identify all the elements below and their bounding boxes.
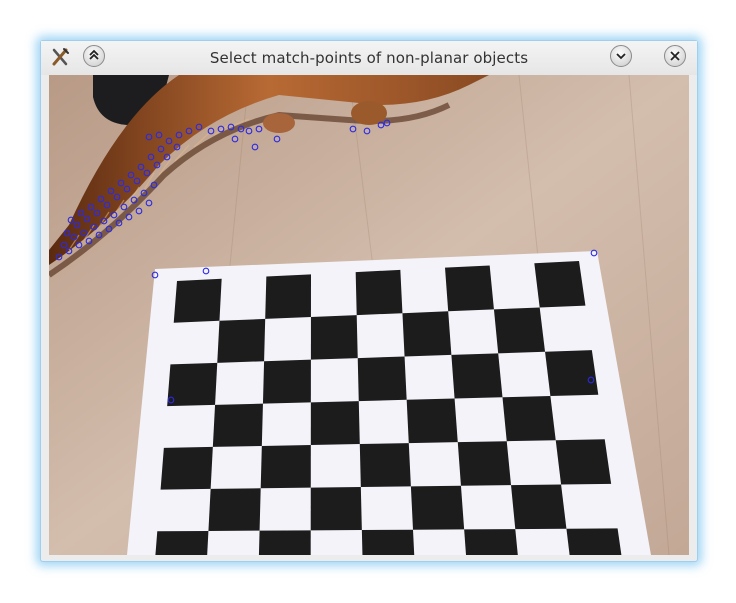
checker-square: [212, 403, 263, 447]
close-icon: [670, 51, 680, 61]
checker-square: [361, 529, 415, 555]
checker-square: [464, 529, 518, 555]
checker-square: [357, 356, 407, 402]
checker-square: [406, 398, 458, 444]
checker-square: [310, 487, 362, 531]
checkerboard-pattern: [127, 251, 651, 555]
camera-frame-image[interactable]: [49, 75, 689, 555]
checker-square: [502, 395, 556, 442]
checker-square: [160, 446, 213, 490]
application-window: Select match-points of non-planar object…: [40, 40, 698, 562]
camera-view[interactable]: [49, 75, 689, 555]
checker-square: [262, 359, 311, 404]
checker-square: [511, 484, 567, 530]
minimize-icon: [616, 53, 626, 60]
checker-square: [310, 315, 358, 360]
checker-square: [167, 362, 218, 407]
checker-square: [402, 311, 452, 357]
checker-square: [534, 261, 586, 308]
checker-square: [445, 265, 494, 312]
checker-square: [545, 350, 599, 396]
checker-square: [410, 485, 465, 530]
checker-square: [457, 441, 512, 486]
checker-square: [258, 530, 311, 555]
checker-square: [310, 401, 360, 445]
checker-square: [566, 528, 622, 555]
close-button[interactable]: [664, 45, 686, 67]
checker-square: [451, 353, 503, 399]
checker-square: [265, 274, 311, 319]
checker-square: [260, 445, 311, 489]
checker-square: [493, 307, 546, 354]
title-bar[interactable]: Select match-points of non-planar object…: [41, 41, 697, 75]
checker-square: [359, 443, 411, 488]
checker-square: [155, 530, 209, 555]
checker-square: [555, 439, 612, 485]
window-title: Select match-points of non-planar object…: [209, 49, 529, 67]
checker-square: [217, 318, 266, 363]
checker-square: [173, 278, 222, 323]
checker-square: [355, 269, 403, 316]
checker-square: [208, 488, 261, 531]
minimize-button[interactable]: [610, 45, 632, 67]
